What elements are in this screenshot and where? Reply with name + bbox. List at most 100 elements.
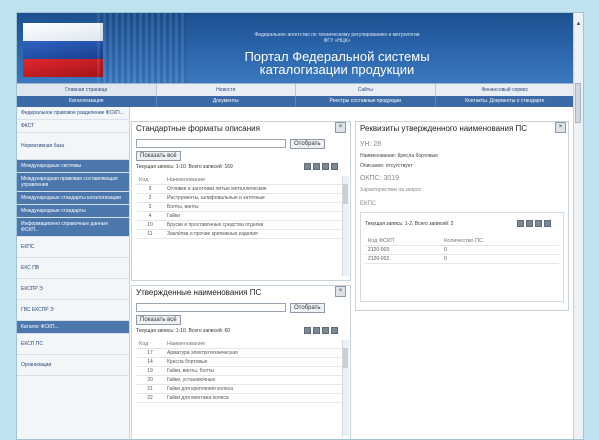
nav-registries[interactable]: Реестры составные продукции <box>296 96 436 107</box>
details-field: Наименование: Кресла бортовые <box>360 153 438 159</box>
formats-search-input[interactable] <box>136 139 286 148</box>
row-name: Гайки для крепления колеса <box>164 384 342 394</box>
row-name: Отливки и заготовки литые металлические <box>164 184 342 194</box>
table-row[interactable]: 10 Бруски и проставочные средства отделки <box>136 220 342 230</box>
approved-panel-close-button[interactable]: × <box>335 286 346 297</box>
agency-name: Федеральное агентство по техническому ре… <box>254 32 420 44</box>
row-code: 22 <box>136 393 164 403</box>
row-code: 2 <box>136 193 164 203</box>
table-row[interactable]: 21 Гайки для крепления колеса <box>136 384 342 394</box>
nav-home[interactable]: Главная страница <box>17 84 157 96</box>
details-field: Описание: отсутствует <box>360 163 413 169</box>
sidebar-item[interactable]: Международные системы <box>17 160 129 173</box>
row-count: 0 <box>441 254 559 264</box>
formats-panel: Стандартные форматы описания × Отобрать … <box>131 121 351 281</box>
formats-status: Текущая запись: 1-10. Всего записей: 169 <box>136 164 233 170</box>
approved-search-input[interactable] <box>136 303 286 312</box>
table-row[interactable]: 2 Инструменты, шлифовальные и заточные <box>136 193 342 203</box>
approved-show-all-button[interactable]: Показать всё <box>136 315 181 325</box>
row-code: 3 <box>136 202 164 212</box>
row-name: Гайки, винты, болты <box>164 366 342 376</box>
nav-finance[interactable]: Финансовый сервис <box>436 84 575 96</box>
row-code: 9 <box>136 184 164 194</box>
sidebar-item[interactable]: Нормативная база <box>17 133 129 160</box>
formats-filter-button[interactable]: Отобрать <box>290 139 325 149</box>
next-page-icon[interactable] <box>322 327 329 334</box>
sidebar-item[interactable]: Информационно справочные данные ФСКП... <box>17 218 129 237</box>
table-row[interactable]: 9 Отливки и заготовки литые металлические <box>136 184 342 194</box>
details-field: Характеристики на запрос <box>360 187 422 193</box>
details-field: УН: 28 <box>360 141 382 148</box>
row-code: 19 <box>136 366 164 376</box>
sidebar-item[interactable]: Международная правовая составляющая упра… <box>17 173 129 192</box>
table-row[interactable]: 19 Гайки, винты, болты <box>136 366 342 376</box>
row-code: 10 <box>136 220 164 230</box>
row-name: Заклёпки и прочие крепежные изделия <box>164 229 342 239</box>
portal-title: Портал Федеральной системы каталогизации… <box>187 50 487 76</box>
nav-cataloging[interactable]: Каталогизация <box>17 96 157 107</box>
row-code: 2120-003 <box>365 245 441 255</box>
formats-show-all-button[interactable]: Показать всё <box>136 151 181 161</box>
prev-page-icon[interactable] <box>313 163 320 170</box>
details-panel-close-button[interactable]: × <box>555 122 566 133</box>
table-row[interactable]: 2120-002 0 <box>365 254 559 264</box>
approved-filter-button[interactable]: Отобрать <box>290 303 325 313</box>
sidebar-item[interactable]: ЕКСПР Э <box>17 279 129 300</box>
last-page-icon[interactable] <box>331 327 338 334</box>
formats-panel-title: Стандартные форматы описания <box>136 124 260 133</box>
formats-table: Код Наименование 9 Отливки и заготовки лит… <box>136 176 342 239</box>
sidebar-item[interactable]: ЕКС ПВ <box>17 258 129 279</box>
formats-panel-close-button[interactable]: × <box>335 122 346 133</box>
scroll-up-icon[interactable]: ▲ <box>575 21 582 28</box>
portal-title-line2: каталогизации продукции <box>259 62 415 77</box>
nav-news[interactable]: Новости <box>157 84 296 96</box>
last-page-icon[interactable] <box>331 163 338 170</box>
next-page-icon[interactable] <box>322 163 329 170</box>
prev-page-icon[interactable] <box>313 327 320 334</box>
page-scrollbar[interactable]: ▲ <box>573 13 583 439</box>
approved-table-scrollbar[interactable] <box>342 340 349 436</box>
row-code: 17 <box>136 348 164 358</box>
sidebar-item[interactable]: Федеральное правовое разделение ФСКП... <box>17 107 129 120</box>
details-table: Код ФСКП Количество ПС 2120-003 0 2120-002… <box>365 237 559 264</box>
sidebar-item[interactable]: ГВС ЕКСПР Э <box>17 300 129 321</box>
last-page-icon[interactable] <box>544 220 551 227</box>
top-navigation: Главная страница Новости Сайты Финансовы… <box>17 83 575 97</box>
sidebar-item[interactable]: ФКСТ <box>17 120 129 133</box>
formats-panel-header: Стандартные форматы описания × <box>132 122 350 134</box>
row-name: Арматура электротехническая <box>164 348 342 358</box>
row-name: Болты, винты <box>164 202 342 212</box>
row-code: 4 <box>136 211 164 221</box>
next-page-icon[interactable] <box>535 220 542 227</box>
sidebar-item[interactable]: Организации <box>17 355 129 376</box>
table-row[interactable]: 3 Болты, винты <box>136 202 342 212</box>
sidebar-item[interactable]: Международные стандарты <box>17 205 129 218</box>
table-row[interactable]: 14 Кресла бортовые <box>136 357 342 367</box>
nav-contacts[interactable]: Контакты. Документы о стандарте <box>436 96 575 107</box>
table-row[interactable]: 22 Гайки для монтажа колеса <box>136 393 342 403</box>
table-row[interactable]: 4 Гайки <box>136 211 342 221</box>
sidebar-item[interactable]: Международные стандарты каталогизации <box>17 192 129 205</box>
table-row[interactable]: 20 Гайки, установочные <box>136 375 342 385</box>
formats-table-scrollbar[interactable] <box>342 176 349 276</box>
sidebar-item[interactable]: Каталог ФСКП... <box>17 321 129 334</box>
first-page-icon[interactable] <box>304 163 311 170</box>
sidebar-item[interactable]: ЕКПС <box>17 237 129 258</box>
row-code: 20 <box>136 375 164 385</box>
table-row[interactable]: 11 Заклёпки и прочие крепежные изделия <box>136 229 342 239</box>
prev-page-icon[interactable] <box>526 220 533 227</box>
sidebar-item[interactable]: ЕКСП ПС <box>17 334 129 355</box>
first-page-icon[interactable] <box>517 220 524 227</box>
scrollbar-thumb[interactable] <box>575 83 581 123</box>
formats-col-code: Код <box>136 176 164 185</box>
row-name: Гайки <box>164 211 342 221</box>
nav-sites[interactable]: Сайты <box>296 84 436 96</box>
nav-documents[interactable]: Документы <box>157 96 296 107</box>
details-panel-title: Реквизиты утвержденного наименования ПС <box>360 124 528 133</box>
secondary-navigation: Каталогизация Документы Реестры составны… <box>17 96 575 107</box>
table-row[interactable]: 2120-003 0 <box>365 245 559 255</box>
first-page-icon[interactable] <box>304 327 311 334</box>
table-row[interactable]: 17 Арматура электротехническая <box>136 348 342 358</box>
formats-col-name: Наименование <box>164 176 342 185</box>
browser-frame: Федеральное агентство по техническому ре… <box>16 12 584 440</box>
